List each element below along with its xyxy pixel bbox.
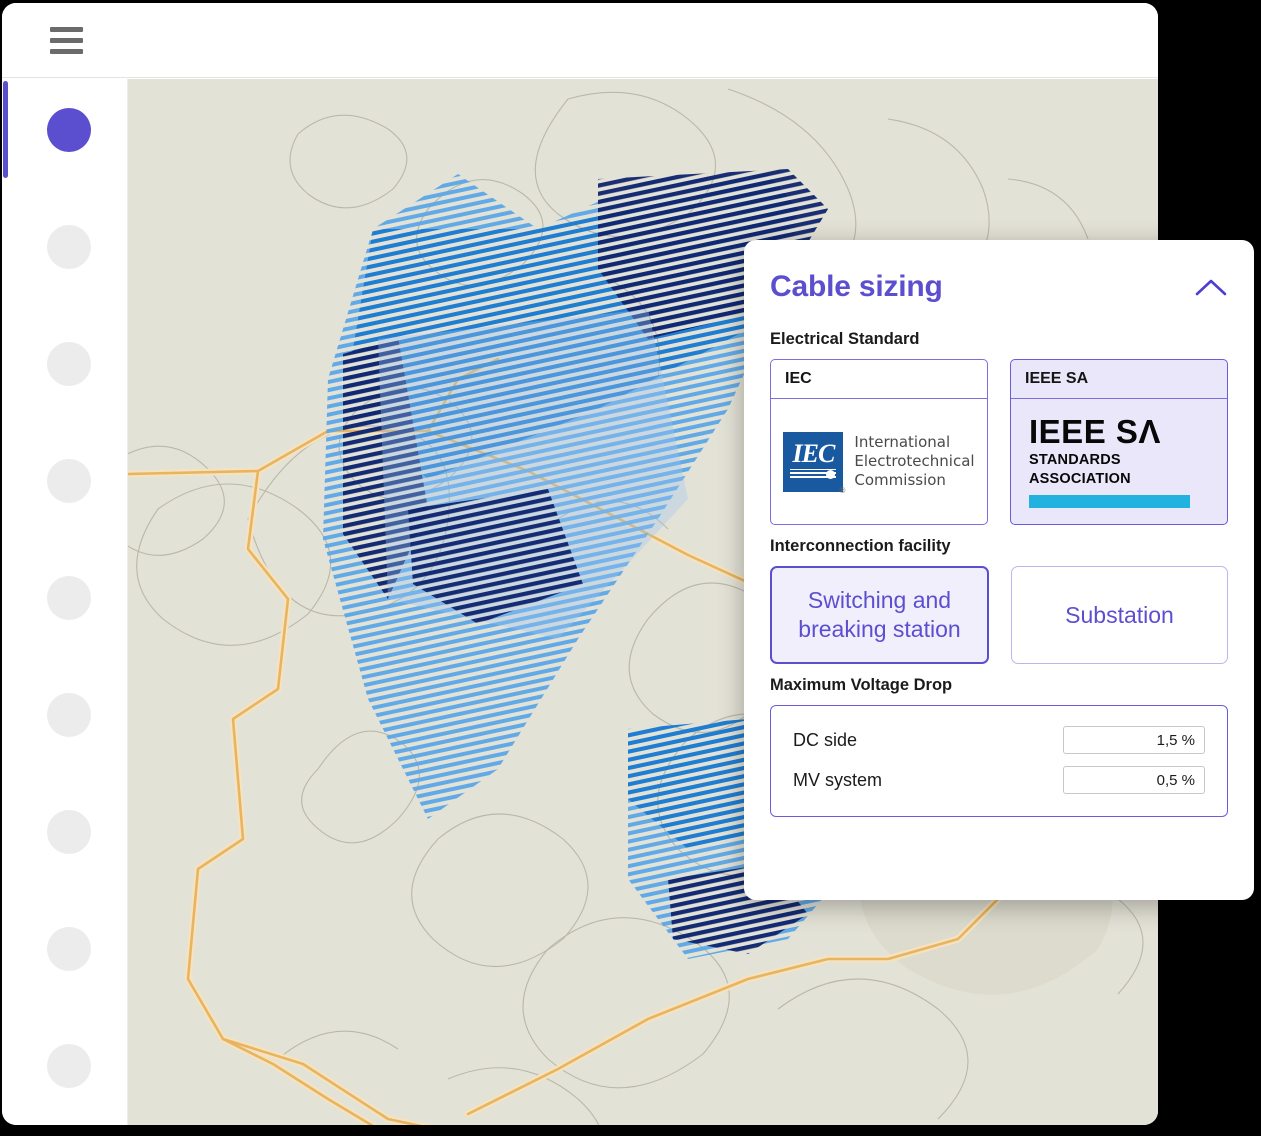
electrical-standard-label: Electrical Standard: [770, 330, 1228, 349]
iec-word-line-1: International: [854, 433, 974, 452]
standard-option-ieee-sa[interactable]: IEEE SA IEEE SΛ STANDARDS ASSOCIATION: [1010, 359, 1228, 525]
sidebar-active-indicator: [3, 81, 8, 178]
ieee-sa-logo-main: IEEE SΛ: [1029, 415, 1209, 449]
sidebar-item-step-3[interactable]: [47, 342, 91, 386]
iec-word-line-3: Commission: [854, 471, 974, 490]
interconnection-facility-label: Interconnection facility: [770, 537, 1228, 556]
sidebar-item-step-1[interactable]: [47, 108, 91, 152]
hamburger-bar: [50, 49, 83, 54]
voltage-drop-row-dc-side: DC side: [793, 726, 1205, 754]
panel-header: Cable sizing: [770, 240, 1228, 318]
facility-option-switching-breaking-station[interactable]: Switching and breaking station: [770, 566, 989, 664]
voltage-drop-label-mv-system: MV system: [793, 770, 882, 791]
voltage-drop-input-dc-side[interactable]: [1063, 726, 1205, 754]
chevron-up-icon[interactable]: [1194, 276, 1228, 298]
sidebar-item-step-5[interactable]: [47, 576, 91, 620]
ieee-sa-logo-sub-2: ASSOCIATION: [1029, 471, 1209, 487]
standard-option-iec-body: IEC ® International Electrotechnical Com…: [771, 399, 987, 524]
sidebar-item-step-4[interactable]: [47, 459, 91, 503]
iec-logo-words: International Electrotechnical Commissio…: [854, 433, 974, 490]
sidebar-item-step-7[interactable]: [47, 810, 91, 854]
facility-option-substation[interactable]: Substation: [1011, 566, 1228, 664]
iec-word-line-2: Electrotechnical: [854, 452, 974, 471]
interconnection-facility-options: Switching and breaking station Substatio…: [770, 566, 1228, 664]
maximum-voltage-drop-label: Maximum Voltage Drop: [770, 676, 1228, 695]
hamburger-bar: [50, 38, 83, 43]
panel-title: Cable sizing: [770, 270, 943, 304]
cable-sizing-panel: Cable sizing Electrical Standard IEC IEC: [744, 240, 1254, 900]
ieee-sa-logo-sub-1: STANDARDS: [1029, 452, 1209, 468]
hamburger-bar: [50, 27, 83, 32]
sidebar-item-step-6[interactable]: [47, 693, 91, 737]
screen-root: Cable sizing Electrical Standard IEC IEC: [0, 0, 1261, 1136]
standard-option-ieee-sa-title: IEEE SA: [1011, 360, 1227, 399]
app-topbar: [2, 3, 1158, 78]
iec-mark-dot: [826, 470, 835, 479]
iec-mark-icon: IEC ®: [783, 432, 843, 492]
iec-registered-mark: ®: [840, 486, 846, 495]
voltage-drop-input-mv-system[interactable]: [1063, 766, 1205, 794]
sidebar-item-step-8[interactable]: [47, 927, 91, 971]
ieee-sa-logo-bar: [1029, 495, 1190, 508]
voltage-drop-label-dc-side: DC side: [793, 730, 857, 751]
sidebar-item-step-2[interactable]: [47, 225, 91, 269]
sidebar-item-step-9[interactable]: [47, 1044, 91, 1088]
standard-option-ieee-sa-body: IEEE SΛ STANDARDS ASSOCIATION: [1011, 399, 1227, 524]
voltage-drop-row-mv-system: MV system: [793, 766, 1205, 794]
iec-logo: IEC ® International Electrotechnical Com…: [783, 432, 974, 492]
sidebar-rail: [2, 79, 128, 1125]
ieee-sa-logo: IEEE SΛ STANDARDS ASSOCIATION: [1029, 415, 1209, 508]
hamburger-icon[interactable]: [50, 27, 86, 55]
standard-option-iec-title: IEC: [771, 360, 987, 399]
maximum-voltage-drop-box: DC side MV system: [770, 705, 1228, 817]
electrical-standard-options: IEC IEC ® International: [770, 359, 1228, 525]
standard-option-iec[interactable]: IEC IEC ® International: [770, 359, 988, 525]
iec-mark-text: IEC: [783, 439, 843, 469]
